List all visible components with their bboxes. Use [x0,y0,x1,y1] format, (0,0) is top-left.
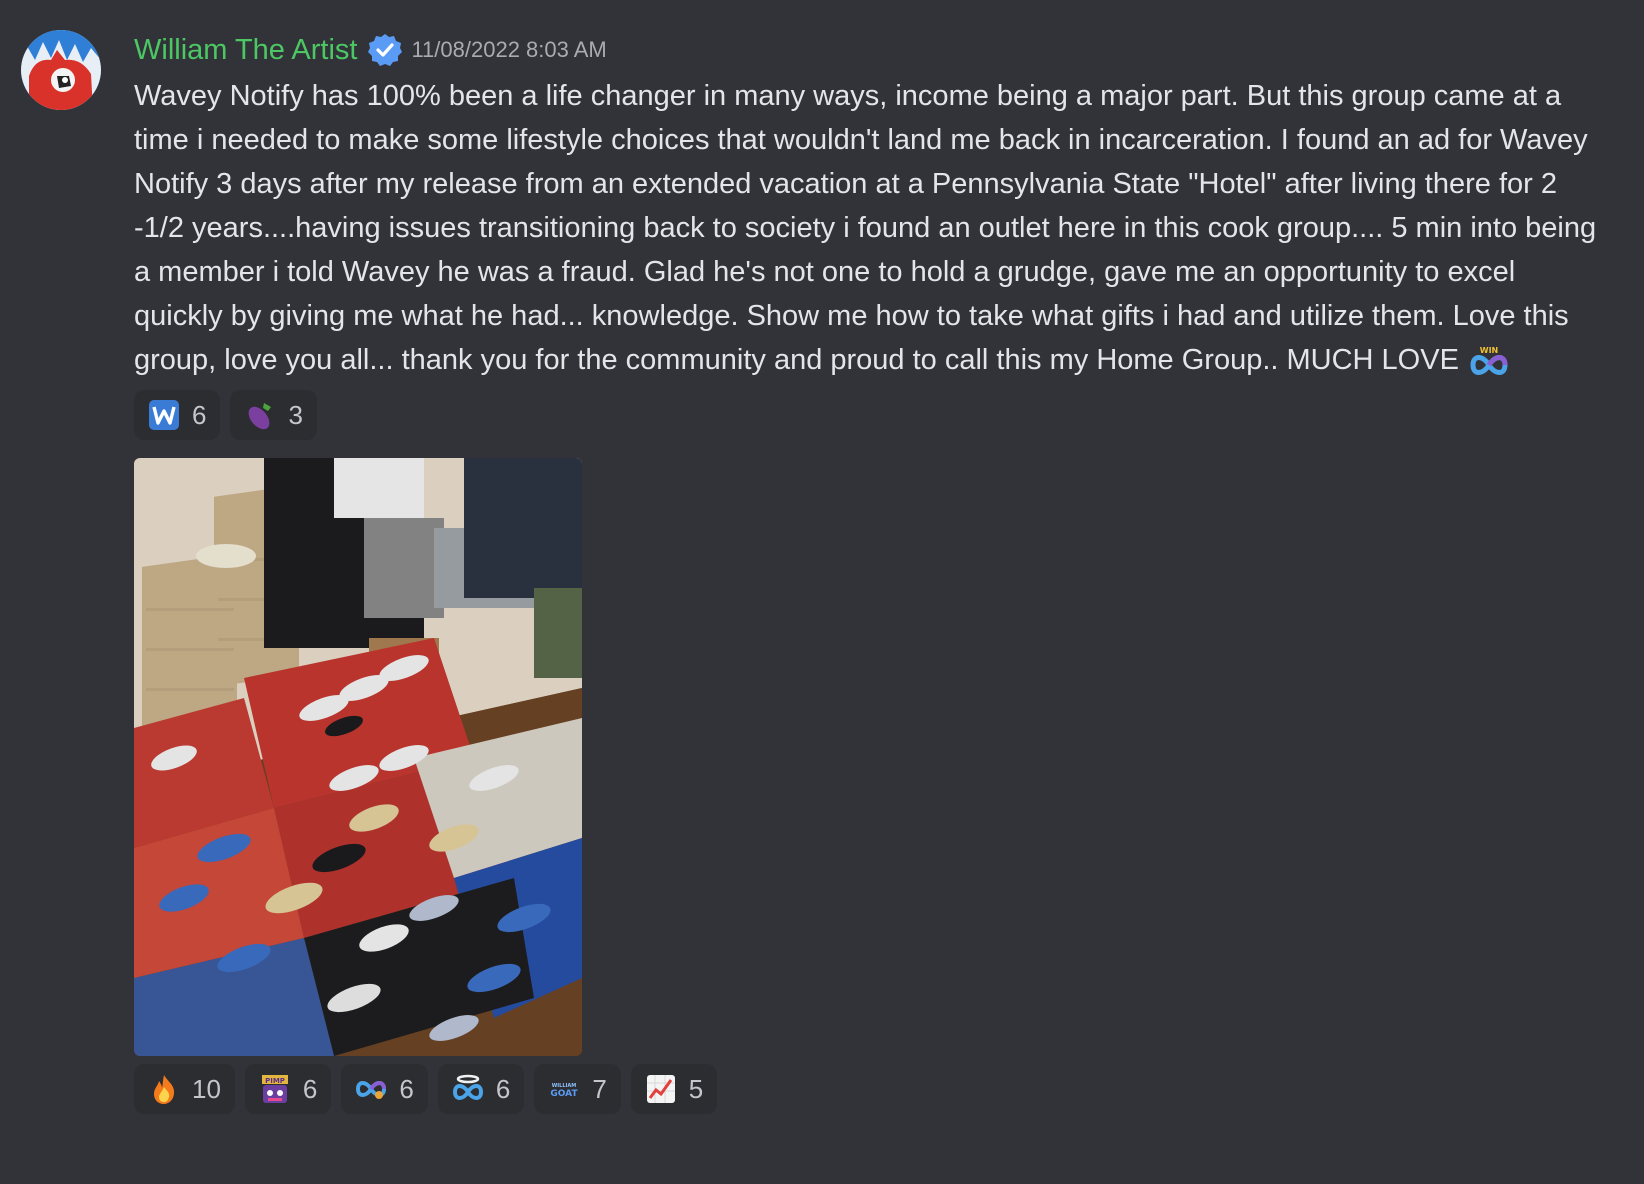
chat-message: William The Artist 11/08/2022 8:03 AM Wa… [0,0,1644,1184]
eggplant-icon [244,399,276,431]
message-text: Wavey Notify has 100% been a life change… [134,80,1597,376]
text-reactions: 6 3 [134,390,1604,440]
reaction-pimp[interactable]: PIMP 6 [244,1064,332,1114]
pimp-emoji-label: PIMP [265,1077,285,1085]
reaction-count: 5 [688,1073,704,1104]
reaction-w[interactable]: 6 [134,390,221,440]
author-name[interactable]: William The Artist [134,34,357,67]
infinity-icon [355,1073,387,1105]
reaction-chart-up[interactable]: 5 [630,1064,718,1114]
reaction-infinity[interactable]: 6 [341,1064,428,1114]
message-timestamp[interactable]: 11/08/2022 8:03 AM [411,37,606,63]
win-emoji-label: WIN [1480,346,1499,355]
reaction-count: 6 [495,1073,511,1104]
reaction-count: 3 [288,399,303,430]
infinity-halo-icon [452,1073,484,1105]
win-infinity-emoji-icon: WIN [1469,343,1509,379]
reaction-count: 7 [592,1073,607,1104]
reaction-fire[interactable]: 10 [134,1064,235,1114]
chart-up-icon [645,1073,677,1105]
message-header: William The Artist 11/08/2022 8:03 AM [134,26,1604,74]
reaction-count: 6 [192,399,207,430]
image-reactions: 10 PIMP 6 6 6 WILLIAM GOAT 7 5 [134,1064,1604,1114]
verified-badge-icon [367,32,403,68]
reaction-eggplant[interactable]: 3 [230,390,317,440]
reaction-count: 6 [399,1073,414,1104]
pimp-icon: PIMP [259,1073,291,1105]
w-letter-icon [148,399,180,431]
message-content: William The Artist 11/08/2022 8:03 AM Wa… [134,26,1604,1114]
reaction-count: 6 [302,1073,318,1104]
author-avatar[interactable] [21,30,101,110]
fire-icon [148,1073,180,1105]
reaction-william-goat[interactable]: WILLIAM GOAT 7 [534,1064,621,1114]
message-body: Wavey Notify has 100% been a life change… [134,74,1604,382]
goat-emoji-label: GOAT [551,1089,579,1099]
william-goat-icon: WILLIAM GOAT [548,1073,580,1105]
reaction-count: 10 [192,1073,221,1104]
image-attachment-sneakers[interactable] [134,458,582,1056]
reaction-infinity-halo[interactable]: 6 [437,1064,525,1114]
